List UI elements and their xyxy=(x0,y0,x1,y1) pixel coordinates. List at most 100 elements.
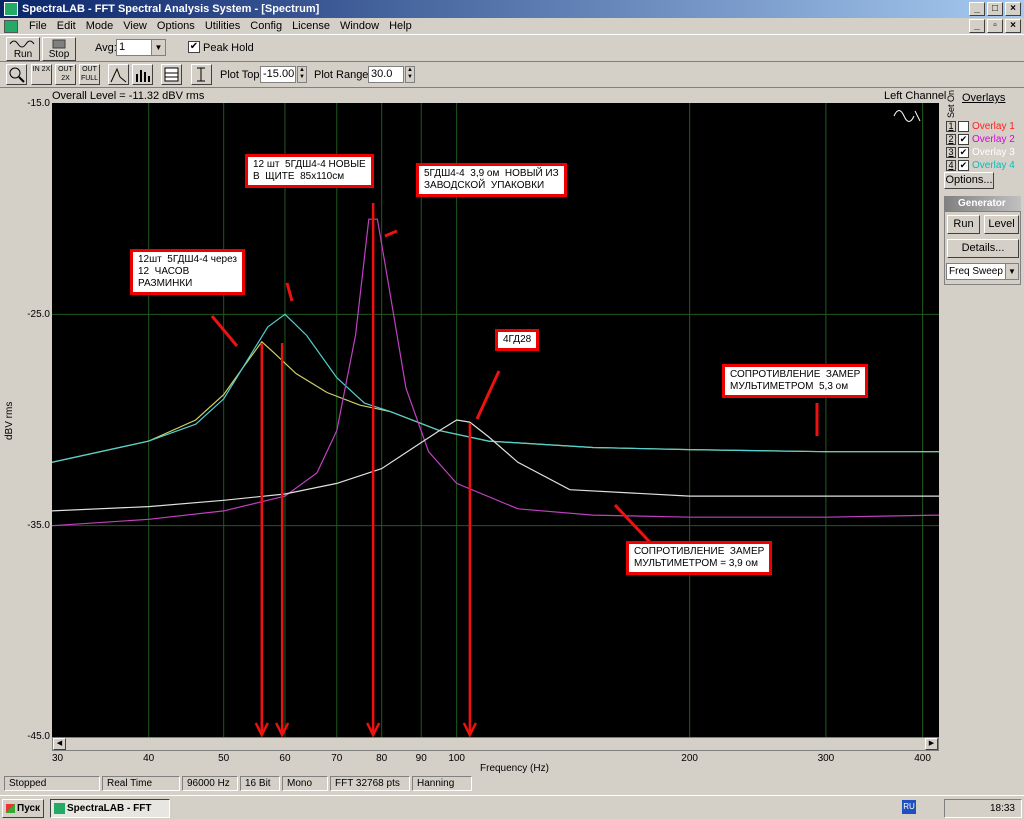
doc-minimize-button[interactable]: _ xyxy=(969,19,985,33)
generator-details-button[interactable]: Details... xyxy=(947,239,1019,258)
menu-view[interactable]: View xyxy=(118,20,152,32)
overlay-checkbox[interactable]: ✔ xyxy=(958,134,969,145)
series-line-4 xyxy=(52,419,939,512)
menu-edit[interactable]: Edit xyxy=(52,20,81,32)
spectrum-plot[interactable]: 12шт 5ГДШ4-4 через 12 ЧАСОВ РАЗМИНКИ 12 … xyxy=(52,103,939,737)
document-icon[interactable] xyxy=(4,19,18,33)
window-title-bar: SpectraLAB - FFT Spectral Analysis Syste… xyxy=(0,0,1024,18)
plot-range-label: Plot Range: xyxy=(314,69,372,81)
taskbar-app-button[interactable]: SpectraLAB - FFT Spe... xyxy=(50,799,170,818)
overlay-name: Overlay 3 xyxy=(972,147,1015,158)
menu-options[interactable]: Options xyxy=(152,20,200,32)
menu-window[interactable]: Window xyxy=(335,20,384,32)
x-tick: 200 xyxy=(681,753,698,764)
doc-close-button[interactable]: × xyxy=(1005,19,1021,33)
cursor-icon[interactable] xyxy=(191,64,212,85)
stop-label: Stop xyxy=(48,49,70,60)
overlay-set-number[interactable]: 2 xyxy=(946,134,956,145)
zoom-icon[interactable] xyxy=(6,64,27,85)
zoom-out-2x-button[interactable]: OUT 2X xyxy=(55,64,76,85)
waveform-icon[interactable] xyxy=(892,105,922,127)
menu-help[interactable]: Help xyxy=(384,20,417,32)
plot-top-spinner[interactable]: ▲ ▼ xyxy=(297,66,307,83)
y-tick: -25.0 xyxy=(27,309,50,320)
line-plot-icon[interactable] xyxy=(108,64,129,85)
status-channels: Mono xyxy=(282,776,328,791)
zoom-out-2x-label: OUT 2X xyxy=(58,66,73,82)
zoom-in-2x-button[interactable]: IN 2X xyxy=(31,64,52,85)
annotation-callout: СОПРОТИВЛЕНИЕ ЗАМЕР МУЛЬТИМЕТРОМ = 3,9 о… xyxy=(626,541,773,575)
menu-bar: File Edit Mode View Options Utilities Co… xyxy=(0,18,1024,34)
menu-file[interactable]: File xyxy=(24,20,52,32)
minimize-button[interactable]: _ xyxy=(969,2,985,16)
menu-mode[interactable]: Mode xyxy=(81,20,119,32)
run-button[interactable]: Run xyxy=(6,37,40,61)
overlay-row-3[interactable]: 3 ✔ Overlay 3 xyxy=(946,146,1015,159)
avg-select[interactable]: 1 ▼ xyxy=(116,39,166,56)
run-label: Run xyxy=(13,49,33,60)
menu-config[interactable]: Config xyxy=(245,20,287,32)
maximize-button[interactable]: □ xyxy=(987,2,1003,16)
x-tick: 80 xyxy=(376,753,388,764)
overlay-checkbox[interactable] xyxy=(958,121,969,132)
generator-title: Generator xyxy=(958,198,1006,209)
language-indicator[interactable]: RU xyxy=(902,800,916,814)
overlay-row-2[interactable]: 2 ✔ Overlay 2 xyxy=(946,133,1015,146)
status-fft-size: FFT 32768 pts xyxy=(330,776,410,791)
annotation-callout: 5ГДШ4-4 3,9 ом НОВЫЙ ИЗ ЗАВОДСКОЙ УПАКОВ… xyxy=(416,163,567,197)
overlay-checkbox[interactable]: ✔ xyxy=(958,160,969,171)
generator-mode-value: Freq Sweep xyxy=(949,266,1003,277)
generator-mode-select[interactable]: Freq Sweep ▼ xyxy=(946,263,1019,280)
doc-restore-button[interactable]: ▫ xyxy=(987,19,1003,33)
overlay-set-number[interactable]: 3 xyxy=(946,147,956,158)
peak-hold-checkbox[interactable]: ✔ xyxy=(188,41,200,53)
overlay-row-4[interactable]: 4 ✔ Overlay 4 xyxy=(946,159,1015,172)
overlay-name: Overlay 4 xyxy=(972,160,1015,171)
y-tick: -15.0 xyxy=(27,98,50,109)
overall-level: Overall Level = -11.32 dBV rms xyxy=(52,90,205,102)
annotation-arrow xyxy=(210,315,239,347)
status-bit-depth: 16 Bit xyxy=(240,776,280,791)
generator-run-button[interactable]: Run xyxy=(947,215,980,234)
menu-utilities[interactable]: Utilities xyxy=(200,20,245,32)
x-tick: 30 xyxy=(51,753,64,764)
menu-license[interactable]: License xyxy=(287,20,335,32)
x-axis-label: Frequency (Hz) xyxy=(480,763,549,774)
plot-range-value: 30.0 xyxy=(371,68,393,80)
scroll-left-icon[interactable]: ◀ xyxy=(53,738,66,750)
overlay-set-number[interactable]: 1 xyxy=(946,121,956,132)
annotation-callout: 4ГД28 xyxy=(495,329,540,351)
plot-range-spinner[interactable]: ▲ ▼ xyxy=(405,66,415,83)
window-title: SpectraLAB - FFT Spectral Analysis Syste… xyxy=(22,3,320,15)
plot-toolbar xyxy=(0,62,1024,88)
scroll-right-icon[interactable]: ▶ xyxy=(925,738,938,750)
chevron-down-icon: ▼ xyxy=(1005,264,1018,279)
table-view-icon[interactable] xyxy=(161,64,182,85)
frequency-scrollbar[interactable]: ◀ ▶ xyxy=(52,737,939,751)
x-tick: 40 xyxy=(143,753,155,764)
y-tick: -45.0 xyxy=(27,731,50,742)
stop-button[interactable]: Stop xyxy=(42,37,76,61)
zoom-out-full-button[interactable]: OUT FULL xyxy=(79,64,100,85)
plot-top-value: -15.00 xyxy=(263,68,295,80)
close-button[interactable]: × xyxy=(1005,2,1021,16)
overlay-options-button[interactable]: Options... xyxy=(944,172,994,189)
start-button[interactable]: Пуск xyxy=(2,799,44,818)
overlay-row-1[interactable]: 1 Overlay 1 xyxy=(946,120,1015,133)
bar-plot-icon[interactable] xyxy=(132,64,153,85)
annotation-arrow xyxy=(475,370,501,420)
generator-level-button[interactable]: Level xyxy=(984,215,1019,234)
series-line-1 xyxy=(52,340,939,463)
status-bar: Stopped Real Time 96000 Hz 16 Bit Mono F… xyxy=(0,776,1024,793)
zoom-out-full-label: OUT FULL xyxy=(80,66,99,82)
status-mode: Real Time xyxy=(102,776,180,791)
overlay-checkbox[interactable]: ✔ xyxy=(958,147,969,158)
spectrum-chart xyxy=(52,103,939,737)
overlay-set-number[interactable]: 4 xyxy=(946,160,956,171)
annotation-callout: СОПРОТИВЛЕНИЕ ЗАМЕР МУЛЬТИМЕТРОМ 5,3 ом xyxy=(722,364,869,398)
chevron-down-icon: ▼ xyxy=(151,40,165,55)
plot-range-input[interactable]: 30.0 xyxy=(368,66,404,83)
plot-top-input[interactable]: -15.00 xyxy=(260,66,296,83)
clock: 18:33 xyxy=(989,803,1015,814)
window-controls: _ □ × xyxy=(969,2,1021,16)
